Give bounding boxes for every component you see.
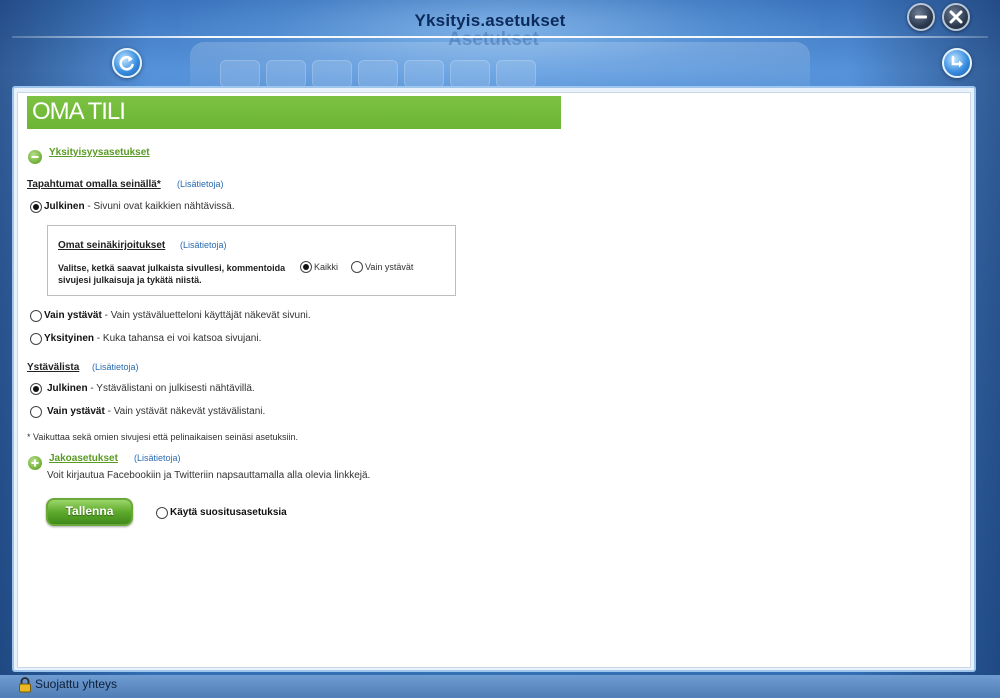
friends-only-option[interactable]: Vain ystävät - Vain ystävät näkevät ystä…	[47, 406, 265, 417]
expand-sharing-button[interactable]	[28, 456, 42, 470]
posts-friends-radio[interactable]	[351, 261, 363, 273]
own-posts-description: Valitse, ketkä saavat julkaista sivulles…	[58, 263, 286, 285]
background-tab	[404, 60, 444, 88]
wall-events-info-link[interactable]: (Lisätietoja)	[177, 179, 224, 189]
lock-icon	[19, 677, 31, 693]
wall-events-label: Tapahtumat omalla seinällä*	[27, 179, 161, 190]
status-bar	[0, 675, 1000, 698]
recommended-radio[interactable]	[156, 507, 168, 519]
sharing-settings-link[interactable]: Jakoasetukset	[49, 453, 118, 464]
back-button[interactable]	[112, 48, 142, 78]
background-tab	[496, 60, 536, 88]
friends-only-radio[interactable]	[30, 406, 42, 418]
plus-circle-icon	[31, 459, 39, 467]
minus-circle-icon	[31, 156, 39, 158]
friend-list-label: Ystävälista	[27, 362, 80, 373]
sharing-description: Voit kirjautua Facebookiin ja Twitteriin…	[47, 470, 371, 481]
refresh-back-icon	[119, 56, 134, 71]
wall-friends-option[interactable]: Vain ystävät - Vain ystäväluetteloni käy…	[44, 310, 311, 321]
background-title: Asetukset	[448, 29, 539, 50]
background-tab	[220, 60, 260, 88]
close-button[interactable]	[942, 3, 970, 31]
privacy-settings-link[interactable]: Yksityisyysasetukset	[49, 147, 150, 158]
posts-all-label[interactable]: Kaikki	[314, 262, 338, 272]
wall-private-option[interactable]: Yksityinen - Kuka tahansa ei voi katsoa …	[44, 333, 261, 344]
wall-private-radio[interactable]	[30, 333, 42, 345]
recommended-settings-option[interactable]: Käytä suositusasetuksia	[170, 507, 287, 518]
friends-public-option[interactable]: Julkinen - Ystävälistani on julkisesti n…	[47, 383, 255, 394]
background-tab	[312, 60, 352, 88]
posts-friends-label[interactable]: Vain ystävät	[365, 262, 413, 272]
banner-title: OMA TILI	[32, 98, 126, 125]
secure-connection-text: Suojattu yhteys	[35, 677, 118, 691]
window-title: Yksityis.asetukset	[414, 11, 566, 30]
background-tab	[450, 60, 490, 88]
background-tab	[266, 60, 306, 88]
background-tab	[358, 60, 398, 88]
save-button[interactable]: Tallenna	[46, 498, 133, 526]
own-posts-label: Omat seinäkirjoitukset	[58, 240, 166, 251]
footnote: * Vaikuttaa sekä omien sivujesi että pel…	[27, 432, 298, 442]
download-button[interactable]	[942, 48, 972, 78]
minimize-button[interactable]	[907, 3, 935, 31]
sharing-info-link[interactable]: (Lisätietoja)	[134, 453, 181, 463]
collapse-privacy-button[interactable]	[28, 150, 42, 164]
close-icon	[949, 10, 963, 24]
minimize-icon	[915, 15, 927, 19]
download-icon	[951, 55, 963, 68]
title-divider	[12, 36, 988, 38]
wall-public-option[interactable]: Julkinen - Sivuni ovat kaikkien nähtävis…	[44, 201, 235, 212]
wall-public-radio[interactable]	[30, 201, 42, 213]
wall-friends-radio[interactable]	[30, 310, 42, 322]
own-posts-info-link[interactable]: (Lisätietoja)	[180, 240, 227, 250]
friend-list-info-link[interactable]: (Lisätietoja)	[92, 362, 139, 372]
friends-public-radio[interactable]	[30, 383, 42, 395]
posts-all-radio[interactable]	[300, 261, 312, 273]
